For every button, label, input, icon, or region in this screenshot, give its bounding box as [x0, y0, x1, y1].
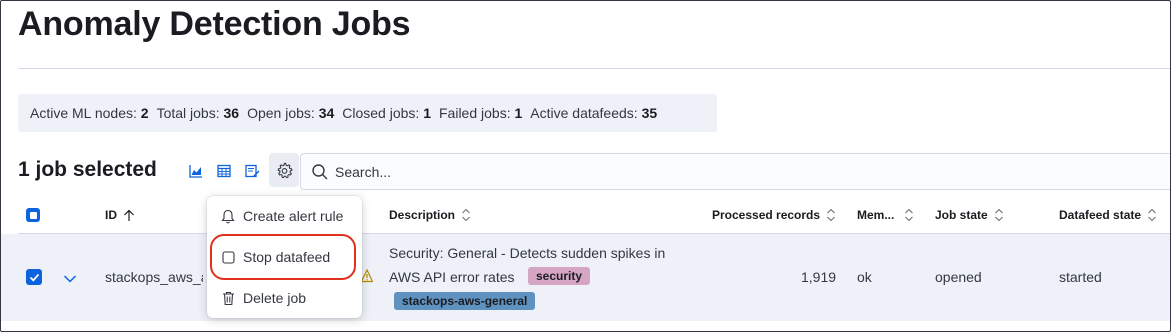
column-header-memory[interactable]: Mem... — [857, 208, 914, 222]
header-memory-label: Mem... — [857, 208, 895, 222]
column-header-job-state[interactable]: Job state — [935, 208, 1004, 222]
job-stats-bar: Active ML nodes: 2 Total jobs: 36 Open j… — [18, 94, 717, 132]
column-header-id[interactable]: ID — [105, 208, 135, 222]
stat-active-ml-nodes: Active ML nodes: 2 — [30, 105, 149, 121]
bell-icon — [221, 209, 235, 223]
trash-icon — [221, 291, 235, 305]
datafeed-state-cell: started — [1059, 269, 1102, 285]
sortable-icon — [827, 208, 835, 222]
open-in-explorer-button[interactable] — [186, 160, 206, 182]
description-line-2: AWS API error rates — [389, 269, 515, 285]
sort-ascending-icon — [124, 209, 134, 221]
page-title: Anomaly Detection Jobs — [18, 5, 411, 43]
menu-item-label: Delete job — [243, 290, 307, 306]
header-processed-records-label: Processed records — [712, 208, 821, 222]
app-frame: Anomaly Detection Jobs Active ML nodes: … — [0, 0, 1171, 332]
actions-menu-button[interactable] — [269, 153, 299, 187]
job-id-cell[interactable]: stackops_aws_a — [105, 269, 203, 285]
sortable-icon — [905, 208, 914, 222]
table-icon — [217, 164, 231, 178]
selection-count: 1 job selected — [18, 158, 157, 181]
header-job-state-label: Job state — [935, 208, 988, 222]
stop-datafeed-highlight — [210, 234, 356, 280]
title-divider — [18, 68, 1170, 69]
chart-icon — [189, 165, 202, 178]
stat-total-jobs: Total jobs: 36 — [156, 105, 240, 121]
menu-item-delete-job[interactable]: Delete job — [207, 283, 362, 313]
stat-open-jobs: Open jobs: 34 — [247, 105, 335, 121]
job-state-cell: opened — [935, 269, 982, 285]
row-checkbox[interactable] — [26, 269, 42, 285]
gear-icon — [277, 162, 292, 178]
column-header-processed-records[interactable]: Processed records — [712, 208, 836, 222]
header-id-label: ID — [105, 208, 117, 222]
tag-badge-security[interactable]: security — [528, 267, 591, 285]
chevron-down-icon — [63, 275, 77, 283]
checkbox-indeterminate — [26, 208, 40, 222]
search-field[interactable] — [300, 153, 1170, 190]
warning-icon[interactable] — [361, 269, 373, 283]
header-datafeed-state-label: Datafeed state — [1059, 208, 1142, 222]
edit-icon — [245, 164, 260, 178]
select-all-checkbox[interactable] — [26, 208, 40, 222]
sortable-icon — [462, 208, 470, 222]
edit-job-button[interactable] — [242, 160, 262, 182]
processed-records-cell: 1,919 — [801, 269, 837, 285]
stat-active-datafeeds: Active datafeeds: 35 — [530, 105, 658, 121]
memory-status-cell: ok — [857, 269, 872, 285]
description-line-1: Security: General - Detects sudden spike… — [389, 245, 666, 261]
stat-failed-jobs: Failed jobs: 1 — [439, 105, 523, 121]
check-icon — [29, 273, 39, 282]
column-header-datafeed-state[interactable]: Datafeed state — [1059, 208, 1157, 222]
sortable-icon — [1148, 208, 1156, 222]
tag-badge-group[interactable]: stackops-aws-general — [394, 292, 536, 310]
open-single-metric-button[interactable] — [214, 160, 234, 182]
search-icon — [312, 164, 328, 180]
sortable-icon — [994, 208, 1003, 222]
column-header-description[interactable]: Description — [389, 208, 471, 222]
menu-item-create-alert-rule[interactable]: Create alert rule — [207, 201, 362, 231]
expand-row-button[interactable] — [63, 271, 77, 289]
header-description-label: Description — [389, 208, 456, 222]
indeterminate-mark — [29, 211, 37, 219]
menu-item-label: Create alert rule — [243, 208, 344, 224]
search-input[interactable] — [335, 162, 835, 182]
stat-closed-jobs: Closed jobs: 1 — [342, 105, 431, 121]
checkbox-checked — [26, 269, 42, 285]
